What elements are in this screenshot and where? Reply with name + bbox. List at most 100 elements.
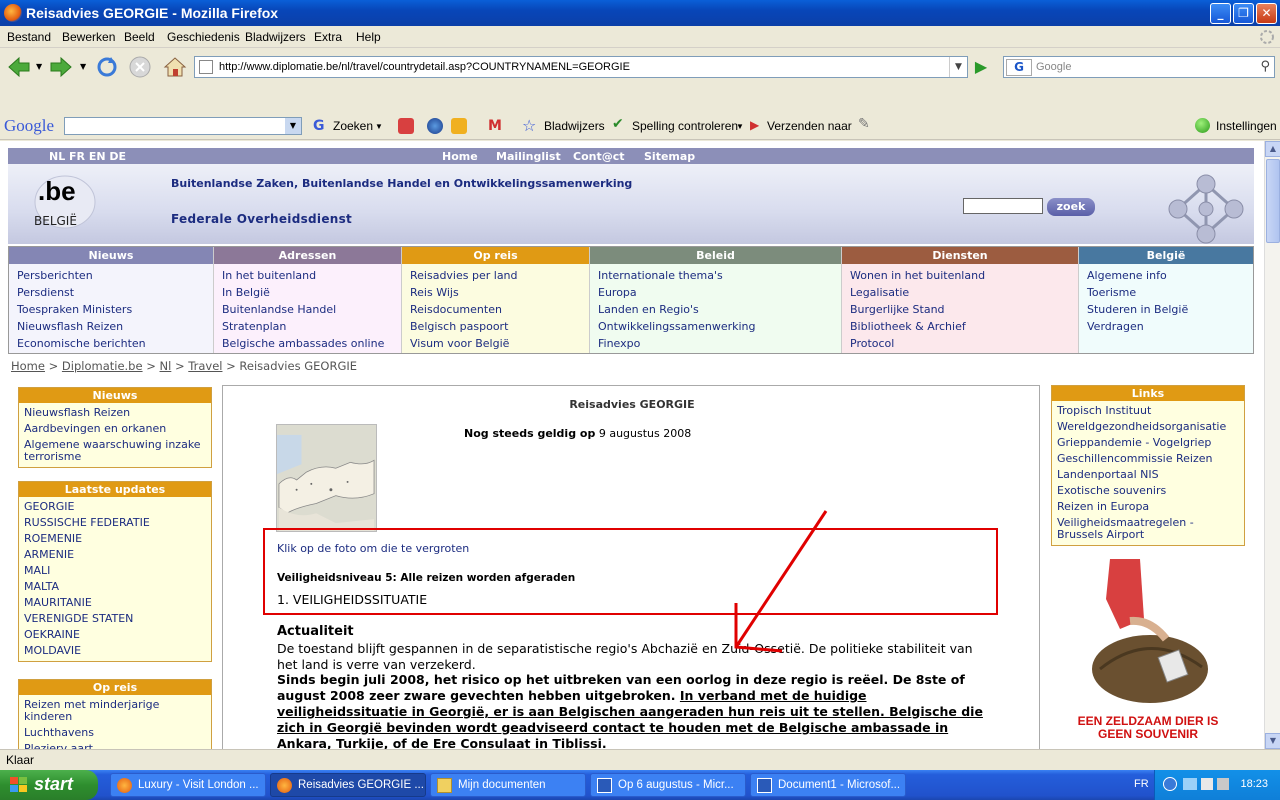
crumb-diplomatie[interactable]: Diplomatie.be (62, 359, 143, 373)
tray-arrow-icon[interactable] (1163, 777, 1177, 791)
pagerank-icon[interactable] (427, 118, 443, 134)
right-link[interactable]: Veiligheidsmaatregelen - Brussels Airpor… (1057, 515, 1239, 543)
google-search-input[interactable]: ▼ (64, 117, 302, 135)
left-link[interactable]: Aardbevingen en orkanen (24, 421, 206, 437)
nav-head-beleid[interactable]: Beleid (590, 247, 841, 264)
forward-icon[interactable] (48, 54, 74, 80)
update-link[interactable]: MAURITANIE (24, 595, 206, 611)
nav-head-nieuws[interactable]: Nieuws (9, 247, 213, 264)
update-link[interactable]: MALTA (24, 579, 206, 595)
nav-link[interactable]: Reisdocumenten (410, 301, 589, 318)
popup-blocker-icon[interactable] (398, 118, 414, 134)
nav-link[interactable]: Internationale thema's (598, 267, 841, 284)
crumb-travel[interactable]: Travel (188, 359, 222, 373)
verzenden-button[interactable]: Verzenden naar (767, 119, 852, 133)
home-icon[interactable] (162, 54, 188, 80)
update-link[interactable]: VERENIGDE STATEN (24, 611, 206, 627)
nav-link[interactable]: Studeren in België (1087, 301, 1253, 318)
right-link[interactable]: Tropisch Instituut (1057, 403, 1239, 419)
nav-link[interactable]: Wonen in het buitenland (850, 267, 1078, 284)
nav-link[interactable]: Toespraken Ministers (17, 301, 213, 318)
right-link[interactable]: Landenportaal NIS (1057, 467, 1239, 483)
magnifier-icon[interactable]: ⚲ (1260, 59, 1270, 74)
url-dropdown-icon[interactable]: ▼ (949, 57, 967, 77)
back-dropdown-icon[interactable]: ▼ (36, 62, 42, 71)
zoeken-button[interactable]: Zoeken (333, 119, 373, 133)
crumb-home[interactable]: Home (11, 359, 45, 373)
gmail-icon[interactable]: M (488, 118, 504, 134)
nav-link[interactable]: Burgerlijke Stand (850, 301, 1078, 318)
nav-link[interactable]: Reisadvies per land (410, 267, 589, 284)
search-bar[interactable]: G Google ⚲ (1003, 56, 1275, 78)
menu-help[interactable]: Help (356, 30, 381, 44)
update-link[interactable]: OEKRAINE (24, 627, 206, 643)
nav-link[interactable]: Europa (598, 284, 841, 301)
update-link[interactable]: MOLDAVIE (24, 643, 206, 659)
wrench-icon[interactable]: ✎ (858, 116, 874, 132)
nav-link[interactable]: Nieuwsflash Reizen (17, 318, 213, 335)
spelling-dropdown-icon[interactable]: ▼ (736, 122, 744, 131)
nav-link[interactable]: Landen en Regio's (598, 301, 841, 318)
update-link[interactable]: ARMENIE (24, 547, 206, 563)
right-link[interactable]: Wereldgezondheidsorganisatie (1057, 419, 1239, 435)
nav-link[interactable]: Persberichten (17, 267, 213, 284)
crumb-nl[interactable]: Nl (160, 359, 172, 373)
reload-icon[interactable] (95, 55, 119, 79)
maximize-button[interactable]: ❐ (1233, 3, 1254, 24)
volume-icon[interactable] (1201, 778, 1213, 790)
nav-link[interactable]: Belgische ambassades online (222, 335, 401, 352)
update-link[interactable]: MALI (24, 563, 206, 579)
menu-beeld[interactable]: Beeld (124, 30, 155, 44)
menu-extra[interactable]: Extra (314, 30, 342, 44)
page-scrollbar[interactable]: ▲ ▼ (1264, 141, 1280, 749)
nav-link[interactable]: Toerisme (1087, 284, 1253, 301)
forward-dropdown-icon[interactable]: ▼ (80, 62, 86, 71)
go-icon[interactable]: ▶ (970, 57, 992, 77)
nav-link[interactable]: Algemene info (1087, 267, 1253, 284)
menu-geschiedenis[interactable]: Geschiedenis (167, 30, 240, 44)
send-icon[interactable]: ▶ (750, 118, 766, 134)
minimize-button[interactable]: _ (1210, 3, 1231, 24)
start-button[interactable]: start (0, 770, 98, 800)
toplink-mailinglist[interactable]: Mailinglist (496, 150, 561, 163)
bladwijzers-button[interactable]: Bladwijzers (544, 119, 605, 133)
nav-head-adressen[interactable]: Adressen (214, 247, 401, 264)
nav-link[interactable]: In België (222, 284, 401, 301)
nav-link[interactable]: Visum voor België (410, 335, 589, 352)
nav-link[interactable]: Buitenlandse Handel (222, 301, 401, 318)
update-link[interactable]: GEORGIE (24, 499, 206, 515)
left-link[interactable]: Algemene waarschuwing inzake terrorisme (24, 437, 206, 465)
menu-bestand[interactable]: Bestand (7, 30, 51, 44)
nav-link[interactable]: Belgisch paspoort (410, 318, 589, 335)
souvenir-ad[interactable]: EEN ZELDZAAM DIER IS GEEN SOUVENIR (1070, 559, 1226, 749)
scroll-thumb[interactable] (1266, 159, 1280, 243)
star-icon[interactable]: ☆ (522, 116, 538, 135)
menu-bewerken[interactable]: Bewerken (62, 30, 115, 44)
right-link[interactable]: Exotische souvenirs (1057, 483, 1239, 499)
task-reisadvies[interactable]: Reisadvies GEORGIE ... (270, 773, 426, 797)
toplink-sitemap[interactable]: Sitemap (644, 150, 695, 163)
site-search-input[interactable] (963, 198, 1043, 214)
nav-link[interactable]: Stratenplan (222, 318, 401, 335)
close-button[interactable]: ✕ (1256, 3, 1277, 24)
nav-link[interactable]: Protocol (850, 335, 1078, 352)
language-links[interactable]: NL FR EN DE (49, 150, 126, 163)
left-link[interactable]: Reizen met minderjarige kinderen (24, 697, 206, 725)
search-engine-icon[interactable]: G (1006, 59, 1032, 76)
news-icon[interactable] (451, 118, 467, 134)
right-link[interactable]: Grieppandemie - Vogelgriep (1057, 435, 1239, 451)
left-link[interactable]: Luchthavens (24, 725, 206, 741)
language-indicator[interactable]: FR (1134, 778, 1149, 790)
nav-link[interactable]: Verdragen (1087, 318, 1253, 335)
nav-link[interactable]: Legalisatie (850, 284, 1078, 301)
nav-head-belgie[interactable]: België (1079, 247, 1253, 264)
nav-head-diensten[interactable]: Diensten (842, 247, 1078, 264)
spelling-button[interactable]: Spelling controleren (632, 119, 738, 133)
google-g-icon[interactable]: G (313, 118, 329, 134)
network-icon[interactable] (1183, 778, 1197, 790)
update-link[interactable]: RUSSISCHE FEDERATIE (24, 515, 206, 531)
toplink-home[interactable]: Home (442, 150, 478, 163)
left-link[interactable]: Plezierv aart (24, 741, 206, 749)
left-link[interactable]: Nieuwsflash Reizen (24, 405, 206, 421)
zoeken-dropdown-icon[interactable]: ▼ (375, 122, 383, 131)
